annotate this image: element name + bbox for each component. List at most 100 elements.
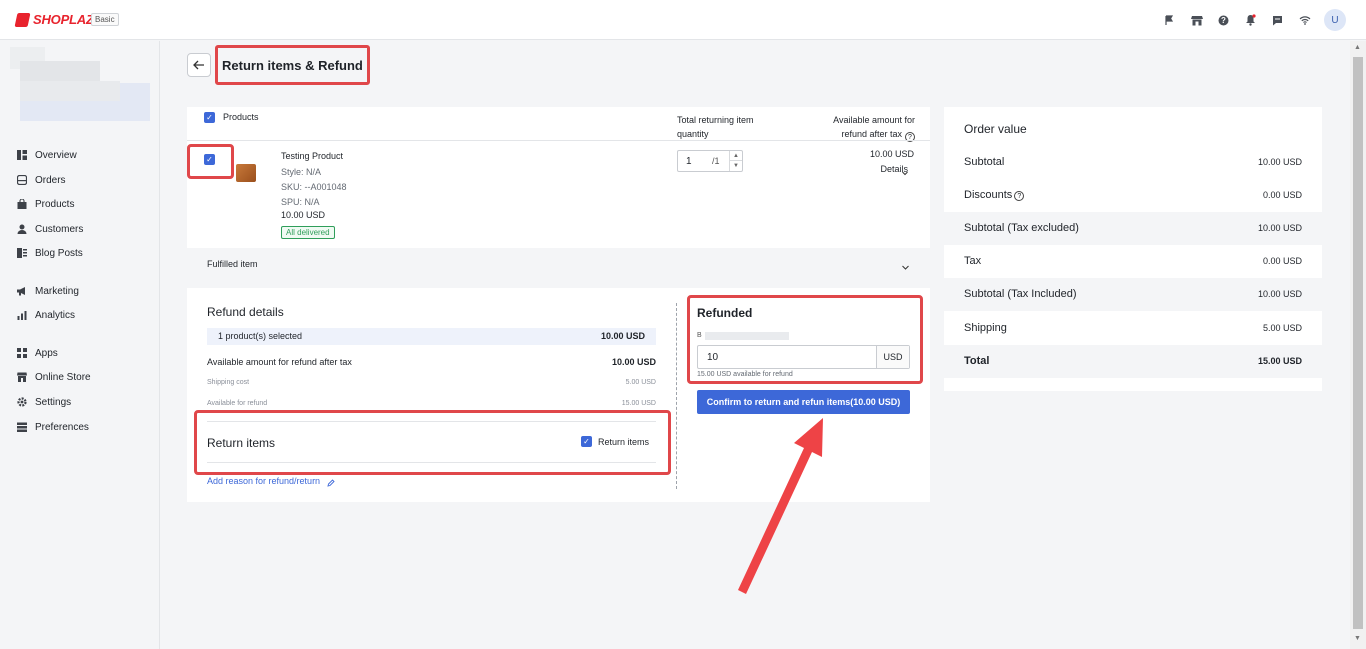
scroll-down-icon[interactable]: ▼	[1354, 635, 1361, 642]
order-value-amount: 10.00 USD	[1257, 157, 1302, 167]
info-icon[interactable]: ?	[1014, 191, 1025, 201]
sidebar-item-label: Blog Posts	[35, 247, 83, 259]
selected-count: 1 product(s) selected	[218, 331, 303, 341]
refund-details-title: Refund details	[207, 305, 284, 319]
quantity-value: 1	[686, 156, 692, 167]
sidebar-item-label: Marketing	[35, 285, 79, 297]
sidebar-item-customers[interactable]: Customers	[17, 221, 83, 237]
logo-mark-icon	[14, 12, 31, 27]
annotation-arrow-icon	[738, 418, 823, 594]
products-select-all-checkbox[interactable]: ✓	[204, 112, 215, 123]
svg-text:?: ?	[1221, 16, 1226, 25]
top-icons: ? U	[1160, 8, 1346, 32]
store-icon[interactable]	[1187, 8, 1206, 32]
order-value-label: Subtotal (Tax excluded)	[964, 222, 1079, 234]
highlight-box-title	[215, 45, 370, 85]
sidebar: Overview Orders Products Customers Blog …	[0, 41, 160, 649]
column-header-qty: Total returning item	[677, 115, 754, 125]
chevron-down-icon[interactable]	[902, 259, 909, 273]
sidebar-item-label: Analytics	[35, 309, 76, 321]
back-button[interactable]	[187, 53, 211, 77]
customers-icon	[17, 224, 27, 234]
order-value-label: Shipping	[964, 322, 1007, 334]
available-for-refund-label: Available for refund	[207, 400, 268, 407]
chevron-up-icon[interactable]: ▲	[730, 151, 742, 161]
sidebar-item-analytics[interactable]: Analytics	[17, 307, 75, 323]
order-value-label: Total	[964, 355, 990, 367]
chat-icon[interactable]	[1268, 8, 1287, 32]
sidebar-item-marketing[interactable]: Marketing	[17, 283, 79, 299]
sidebar-item-preferences[interactable]: Preferences	[17, 419, 89, 435]
available-after-tax-label: Available amount for refund after tax	[207, 357, 352, 367]
apps-icon	[17, 348, 27, 358]
sidebar-item-apps[interactable]: Apps	[17, 345, 58, 361]
order-value-row: Tax 0.00 USD	[944, 245, 1322, 278]
fulfilled-item-bar[interactable]: Fulfilled item	[187, 248, 930, 288]
bell-icon[interactable]	[1241, 8, 1260, 32]
divider	[187, 140, 930, 141]
sidebar-item-label: Overview	[35, 149, 77, 161]
scroll-up-icon[interactable]: ▲	[1354, 44, 1361, 51]
sidebar-item-label: Preferences	[35, 421, 89, 433]
top-bar: SHOPLAZZA Basic ? U	[0, 0, 1366, 40]
sidebar-item-online-store[interactable]: Online Store	[17, 369, 91, 385]
marketing-icon	[17, 286, 27, 296]
blog-icon	[17, 248, 27, 258]
wifi-icon[interactable]	[1295, 8, 1314, 32]
product-thumbnail	[236, 164, 256, 182]
order-value-row: Subtotal (Tax excluded) 10.00 USD	[944, 212, 1322, 245]
store-icon	[17, 372, 27, 382]
plan-badge: Basic	[91, 13, 119, 26]
pencil-icon[interactable]	[327, 476, 335, 490]
shipping-cost-label: Shipping cost	[207, 379, 250, 386]
help-icon[interactable]: ?	[1214, 8, 1233, 32]
order-value-row: Total 15.00 USD	[944, 345, 1322, 378]
quantity-spinner[interactable]: ▲ ▼	[729, 151, 742, 171]
analytics-icon	[17, 310, 27, 320]
order-value-row: Subtotal (Tax Included) 10.00 USD	[944, 278, 1322, 311]
product-style: Style: N/A	[281, 167, 322, 177]
highlight-box-return-items	[194, 410, 671, 475]
sidebar-item-label: Orders	[35, 174, 66, 186]
order-value-title: Order value	[964, 122, 1027, 136]
shipping-cost-amount: 5.00 USD	[625, 379, 656, 386]
quantity-stepper[interactable]: 1 /1 ▲ ▼	[677, 150, 743, 172]
order-value-row: Subtotal 10.00 USD	[944, 146, 1322, 179]
orders-icon	[17, 175, 27, 185]
column-header-available: Available amount for	[833, 115, 915, 125]
chevron-down-icon[interactable]	[902, 165, 908, 179]
sidebar-item-settings[interactable]: Settings	[17, 394, 71, 410]
product-name[interactable]: Testing Product	[281, 151, 343, 161]
column-header-available: refund after tax	[841, 129, 902, 139]
avatar[interactable]: U	[1324, 9, 1346, 31]
status-badge: All delivered	[281, 226, 335, 239]
page-scrollbar[interactable]: ▲ ▼	[1350, 41, 1366, 649]
order-value-amount: 15.00 USD	[1257, 356, 1302, 366]
sidebar-item-overview[interactable]: Overview	[17, 147, 77, 163]
order-value-label: Discounts	[964, 189, 1013, 201]
order-value-label: Subtotal (Tax Included)	[964, 288, 1077, 300]
sidebar-item-orders[interactable]: Orders	[17, 172, 66, 188]
column-header-qty: quantity	[677, 129, 709, 139]
chevron-down-icon[interactable]: ▼	[730, 161, 742, 171]
section-divider	[676, 303, 677, 489]
available-for-refund-amount: 15.00 USD	[621, 400, 656, 407]
sidebar-item-products[interactable]: Products	[17, 196, 74, 212]
selected-summary-bar: 1 product(s) selected 10.00 USD	[207, 328, 656, 345]
fulfilled-item-label: Fulfilled item	[207, 259, 258, 269]
scroll-thumb[interactable]	[1353, 57, 1363, 629]
order-value-amount: 5.00 USD	[1262, 323, 1302, 333]
highlight-box-product-checkbox	[187, 144, 234, 179]
arrow-left-icon	[193, 60, 204, 70]
overview-icon	[17, 150, 27, 160]
sidebar-item-label: Online Store	[35, 371, 91, 383]
add-reason-link[interactable]: Add reason for refund/return	[207, 476, 320, 486]
order-value-amount: 10.00 USD	[1257, 223, 1302, 233]
order-value-row: Discounts? 0.00 USD	[944, 179, 1322, 212]
sidebar-item-blog-posts[interactable]: Blog Posts	[17, 245, 83, 261]
sidebar-item-label: Settings	[35, 396, 72, 408]
product-price: 10.00 USD	[281, 210, 326, 220]
selected-amount: 10.00 USD	[600, 331, 645, 341]
products-header-label: Products	[223, 112, 259, 122]
flag-icon[interactable]	[1160, 8, 1179, 32]
